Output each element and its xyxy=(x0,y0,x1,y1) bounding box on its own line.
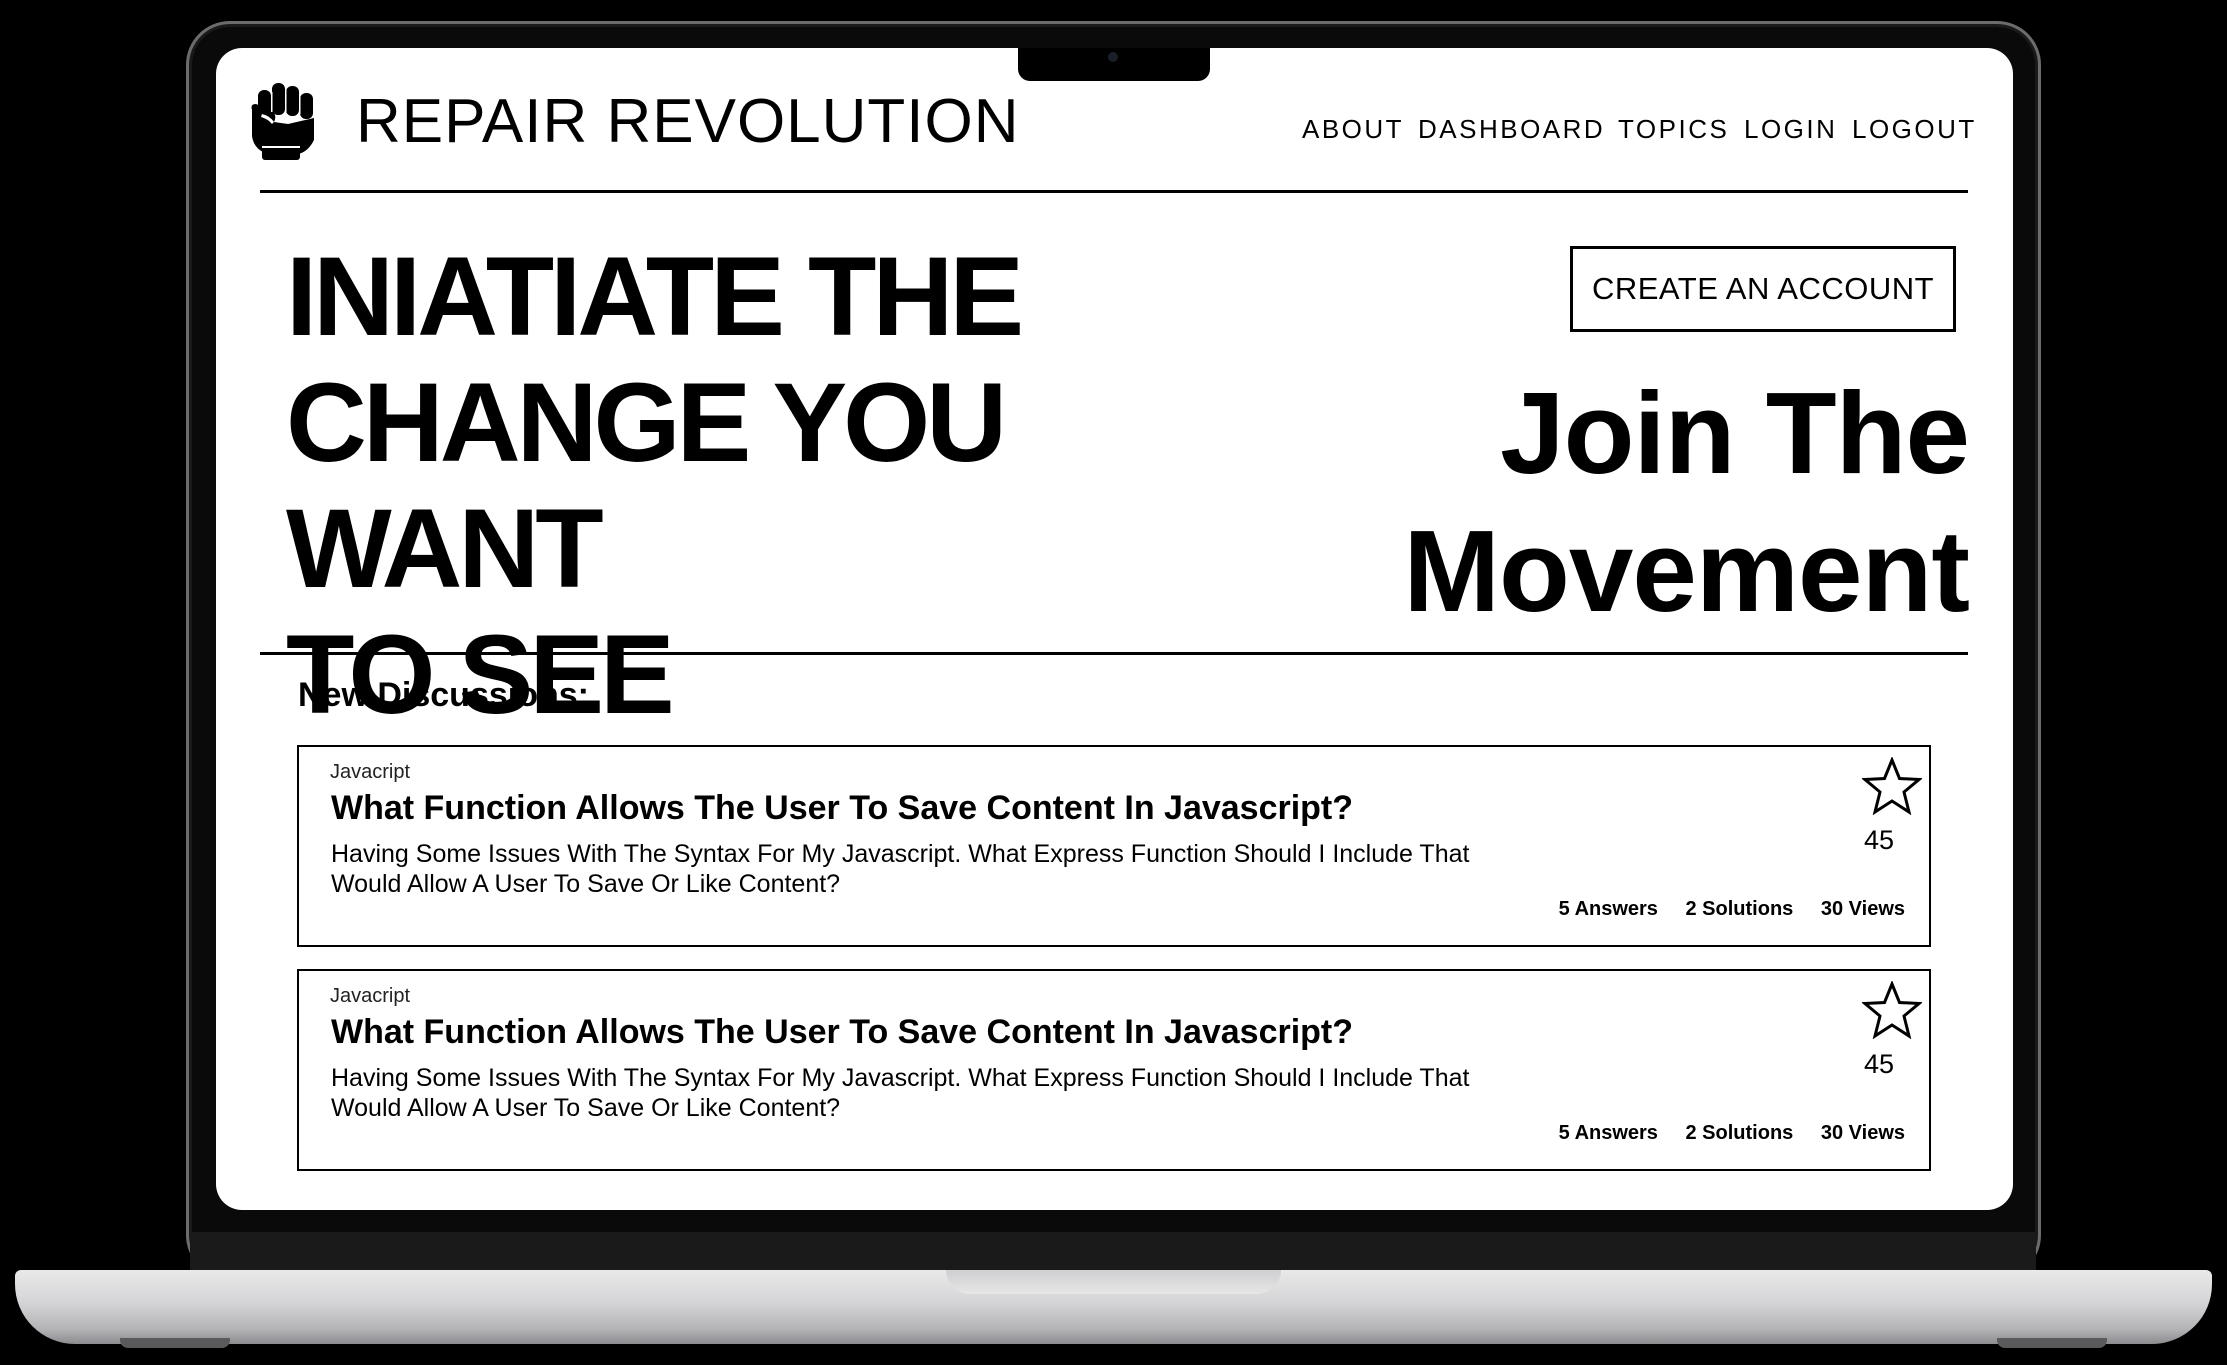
hero-divider xyxy=(260,652,1968,655)
hero-line: TO SEE xyxy=(286,612,675,737)
discussion-excerpt: Having Some Issues With The Syntax For M… xyxy=(331,1064,1470,1122)
join-line: Movement xyxy=(1403,506,1970,636)
new-discussions-heading: New Discussions: xyxy=(298,676,589,714)
nav-logout[interactable]: LOGOUT xyxy=(1852,114,1977,145)
laptop-screen: REPAIR REVOLUTION ABOUT DASHBOARD TOPICS… xyxy=(216,48,2013,1210)
hero-headline: INIATIATE THE CHANGE YOU WANT TO SEE xyxy=(286,234,1286,738)
discussion-excerpt: Having Some Issues With The Syntax For M… xyxy=(331,840,1470,898)
discussion-card[interactable]: Javacript What Function Allows The User … xyxy=(297,745,1931,947)
raised-fist-icon xyxy=(251,83,314,160)
join-movement-heading: Join The Movement xyxy=(1403,364,1970,640)
camera-icon xyxy=(1108,52,1118,62)
discussion-stats: 5 Answers 2 Solutions 30 Views xyxy=(1537,898,1905,921)
nav-dashboard[interactable]: DASHBOARD xyxy=(1418,114,1605,145)
solutions-count: 2 Solutions xyxy=(1685,898,1794,920)
laptop-foot xyxy=(120,1338,230,1348)
laptop-foot xyxy=(1997,1338,2107,1348)
answers-count: 5 Answers xyxy=(1558,898,1658,920)
star-count: 45 xyxy=(1863,825,1895,855)
views-count: 30 Views xyxy=(1820,1122,1905,1144)
create-account-button[interactable]: CREATE AN ACCOUNT xyxy=(1570,246,1956,332)
discussion-topic[interactable]: Javacript xyxy=(330,761,410,784)
answers-count: 5 Answers xyxy=(1558,1122,1658,1144)
hero-line: INIATIATE THE xyxy=(286,234,1024,359)
laptop-opening-notch xyxy=(946,1270,1281,1294)
join-line: Join The xyxy=(1500,368,1970,498)
laptop-hinge xyxy=(190,1232,2036,1272)
nav-topics[interactable]: TOPICS xyxy=(1618,114,1729,145)
views-count: 30 Views xyxy=(1820,898,1905,920)
star-count: 45 xyxy=(1863,1049,1895,1079)
nav-login[interactable]: LOGIN xyxy=(1744,114,1837,145)
brand-name[interactable]: REPAIR REVOLUTION xyxy=(356,86,1020,157)
nav-about[interactable]: ABOUT xyxy=(1302,114,1404,145)
discussion-title[interactable]: What Function Allows The User To Save Co… xyxy=(331,789,1353,828)
discussion-stats: 5 Answers 2 Solutions 30 Views xyxy=(1537,1122,1905,1145)
hero-line: CHANGE YOU WANT xyxy=(286,360,1007,611)
discussion-title[interactable]: What Function Allows The User To Save Co… xyxy=(331,1013,1353,1052)
star-outline-icon[interactable] xyxy=(1862,757,1922,815)
header-divider xyxy=(260,190,1968,193)
discussion-card[interactable]: Javacript What Function Allows The User … xyxy=(297,969,1931,1171)
discussion-topic[interactable]: Javacript xyxy=(330,985,410,1008)
star-outline-icon[interactable] xyxy=(1862,981,1922,1039)
solutions-count: 2 Solutions xyxy=(1685,1122,1794,1144)
